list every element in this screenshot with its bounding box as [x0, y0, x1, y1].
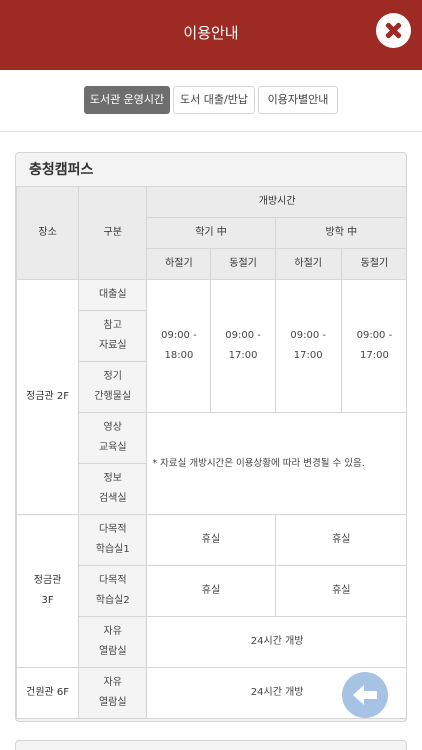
time-semester-summer: 09:00 - 18:00	[146, 279, 212, 413]
room-loan: 대출실	[78, 279, 148, 311]
col-hours-header: 개방시간	[146, 186, 406, 218]
header-bar: 이용안내	[0, 0, 422, 70]
campus-title: 충청캠퍼스	[29, 162, 94, 178]
free-reading-3f-hours: 24시간 개방	[146, 616, 406, 668]
room-study-1: 다목적 학습실1	[78, 514, 148, 566]
page-title: 이용안내	[183, 24, 239, 42]
col-summer-header: 하절기	[146, 248, 212, 280]
room-periodical: 정기 간행물실	[78, 361, 148, 413]
room-study-1-semester: 휴실	[146, 514, 276, 566]
col-division-header: 구분	[78, 186, 148, 280]
room-study-1-vacation: 휴실	[274, 514, 406, 566]
tab-loan-return[interactable]: 도서 대출/반납	[173, 86, 255, 114]
room-video: 영상 교육실	[78, 412, 148, 464]
arrow-left-icon	[353, 685, 377, 705]
hours-note: * 자료실 개방시간은 이용상황에 따라 변경될 수 있음.	[146, 412, 406, 515]
tab-bar: 도서관 운영시간 도서 대출/반납 이용자별안내	[0, 86, 422, 116]
col-winter-header: 동절기	[340, 248, 406, 280]
col-semester-header: 학기 中	[146, 217, 276, 249]
place-geonwon-6f: 건원관 6F	[16, 667, 80, 719]
col-winter-header: 동절기	[210, 248, 276, 280]
room-info: 정보 검색실	[78, 463, 148, 515]
place-jeonggeum-2f: 정금관 2F	[16, 279, 80, 515]
col-summer-header: 하절기	[274, 248, 342, 280]
time-vacation-summer: 09:00 - 17:00	[274, 279, 342, 413]
room-study-2: 다목적 학습실2	[78, 565, 148, 617]
place-jeonggeum-3f: 정금관 3F	[16, 514, 80, 668]
back-button[interactable]	[342, 672, 388, 718]
room-study-2-semester: 휴실	[146, 565, 276, 617]
room-reference: 참고 자료실	[78, 310, 148, 362]
room-free-reading-6f: 자유 열람실	[78, 667, 148, 719]
col-place-header: 장소	[16, 186, 80, 280]
time-semester-winter: 09:00 - 17:00	[210, 279, 276, 413]
hours-table: 장소 구분 개방시간 학기 中 방학 中 하절기 동절기 하절기 동절기 정금관…	[16, 186, 406, 719]
next-campus-card	[15, 740, 407, 750]
col-vacation-header: 방학 中	[274, 217, 406, 249]
room-free-reading-3f: 자유 열람실	[78, 616, 148, 668]
divider	[0, 131, 422, 132]
tab-user-guide[interactable]: 이용자별안내	[258, 86, 338, 114]
close-icon[interactable]	[376, 13, 411, 48]
tab-operating-hours[interactable]: 도서관 운영시간	[84, 86, 170, 114]
time-vacation-winter: 09:00 - 17:00	[340, 279, 406, 413]
campus-card: 충청캠퍼스 장소 구분 개방시간 학기 中 방학 中 하절기 동절기 하절기 동…	[15, 152, 407, 722]
room-study-2-vacation: 휴실	[274, 565, 406, 617]
